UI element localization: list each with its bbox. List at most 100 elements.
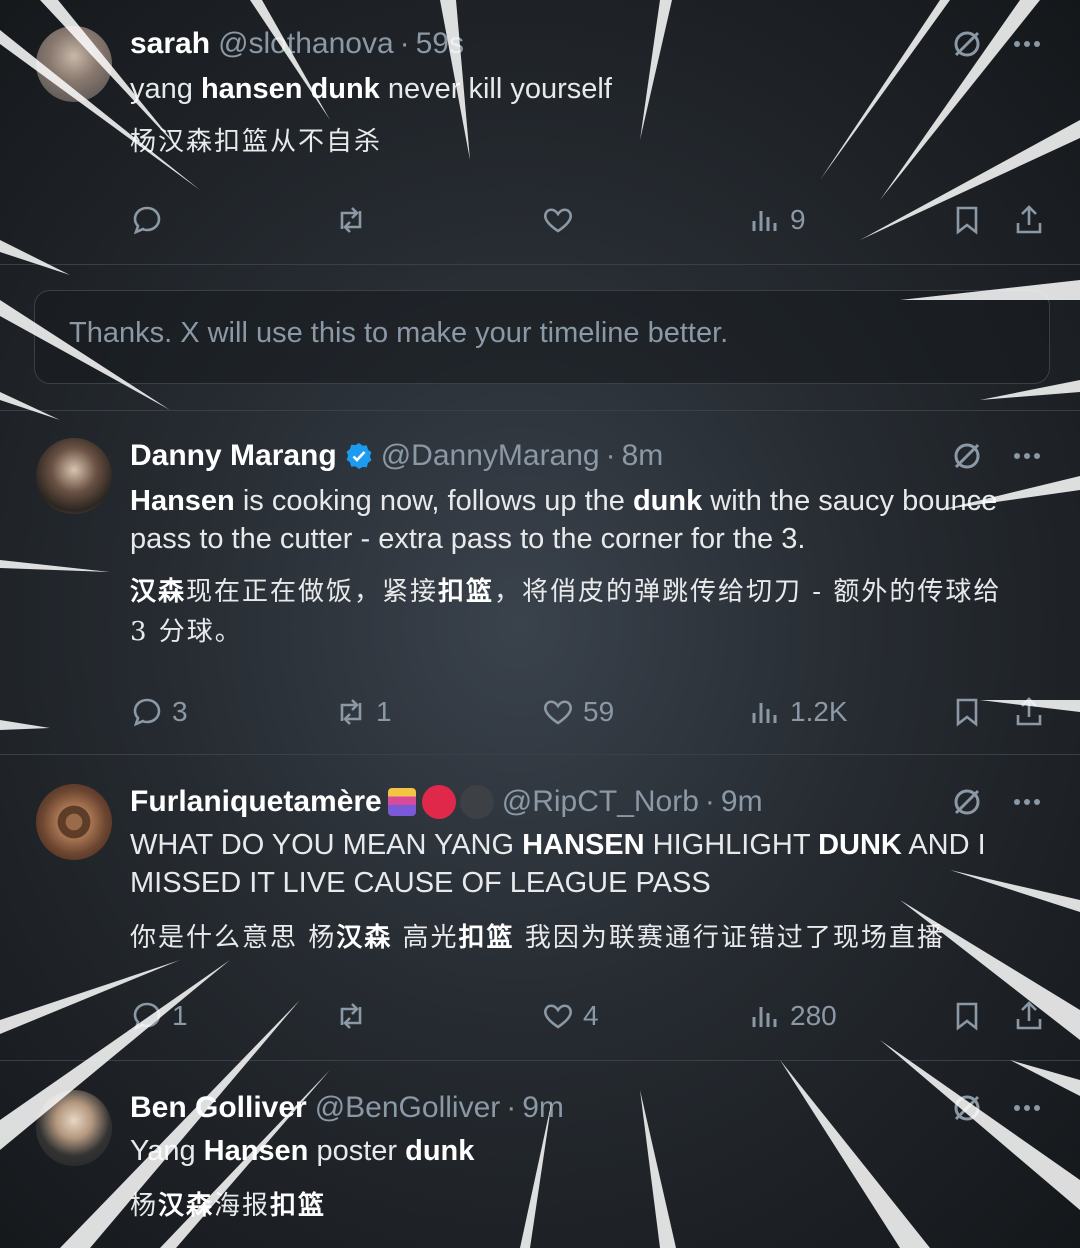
share-icon — [1016, 205, 1042, 234]
like-count: 59 — [583, 696, 615, 727]
bookmark-icon — [956, 698, 978, 727]
tweet-furlaniquetamere[interactable]: Furlaniquetamère @RipCT_Norb · 9m WHAT D… — [0, 756, 1080, 1058]
feedback-banner: Thanks. X will use this to make your tim… — [34, 290, 1050, 384]
view-count: 1.2K — [790, 696, 848, 727]
views-button[interactable]: 280 — [748, 994, 837, 1038]
bookmark-button[interactable] — [950, 198, 984, 242]
display-name[interactable]: Furlaniquetamère — [130, 785, 382, 819]
repost-icon — [340, 699, 362, 725]
repost-icon — [340, 1003, 362, 1029]
tweet-ben-golliver[interactable]: Ben Golliver @BenGolliver · 9m Yang Hans… — [0, 1062, 1080, 1248]
dark-circle-icon — [459, 785, 494, 819]
display-name[interactable]: Danny Marang — [130, 439, 337, 473]
header-icons — [950, 782, 1044, 822]
bookmark-icon — [956, 1002, 978, 1031]
timestamp[interactable]: 9m — [522, 1091, 564, 1125]
heart-icon — [544, 208, 572, 233]
tweet-translation: 杨汉森海报扣篮 — [130, 1191, 327, 1221]
separator-dot: · — [605, 439, 616, 472]
feedback-message: Thanks. X will use this to make your tim… — [69, 317, 729, 349]
divider — [0, 410, 1080, 411]
avatar[interactable] — [36, 438, 112, 514]
views-icon — [752, 1007, 777, 1027]
grok-icon[interactable] — [950, 27, 984, 61]
avatar[interactable] — [36, 26, 112, 102]
heart-icon — [544, 700, 572, 725]
grok-icon[interactable] — [950, 785, 984, 819]
repost-button[interactable] — [334, 198, 376, 242]
reply-count: 1 — [172, 1000, 188, 1031]
tweet-text: yang hansen dunk never kill yourself — [130, 73, 612, 105]
timestamp[interactable]: 9m — [721, 785, 763, 819]
grok-icon[interactable] — [950, 439, 984, 473]
reply-button[interactable]: 1 — [130, 994, 188, 1038]
tweet-sarah[interactable]: sarah @slothanova · 59s yang hansen dunk… — [0, 0, 1080, 262]
tweet-text: Yang Hansen poster dunk — [130, 1135, 475, 1167]
tweet-header: Furlaniquetamère @RipCT_Norb · 9m — [130, 782, 1044, 822]
tweet-actions: 3 1 59 1.2K — [0, 690, 1080, 734]
repost-button[interactable] — [334, 994, 376, 1038]
tweet-danny-marang[interactable]: Danny Marang @DannyMarang · 8m Hansen is… — [0, 412, 1080, 752]
reply-button[interactable]: 3 — [130, 690, 188, 734]
user-handle[interactable]: @DannyMarang — [381, 439, 600, 473]
display-name[interactable]: sarah — [130, 27, 210, 61]
reply-icon — [133, 206, 161, 235]
tweet-actions: 1 4 280 — [0, 994, 1080, 1038]
separator-dot: · — [506, 1091, 517, 1124]
views-button[interactable]: 1.2K — [748, 690, 848, 734]
bookmark-button[interactable] — [950, 690, 984, 734]
more-options-icon[interactable] — [1010, 439, 1044, 473]
user-handle[interactable]: @slothanova — [218, 27, 394, 61]
timeline-feed: sarah @slothanova · 59s yang hansen dunk… — [0, 0, 1080, 1248]
reply-button[interactable] — [130, 198, 172, 242]
header-icons — [950, 436, 1044, 476]
tweet-header: Ben Golliver @BenGolliver · 9m — [130, 1088, 1044, 1128]
tweet-header: Danny Marang @DannyMarang · 8m — [130, 436, 1044, 476]
divider — [0, 754, 1080, 755]
share-icon — [1016, 1001, 1042, 1030]
more-options-icon[interactable] — [1010, 27, 1044, 61]
views-icon — [752, 703, 777, 723]
red-circle-icon — [421, 785, 456, 819]
views-icon — [752, 211, 777, 231]
timestamp[interactable]: 8m — [622, 439, 664, 473]
divider — [0, 1060, 1080, 1061]
like-button[interactable]: 4 — [541, 994, 599, 1038]
repost-count: 1 — [376, 696, 392, 727]
divider — [0, 264, 1080, 265]
views-button[interactable]: 9 — [748, 198, 806, 242]
share-button[interactable] — [1012, 198, 1046, 242]
more-options-icon[interactable] — [1010, 1091, 1044, 1125]
separator-dot: · — [704, 785, 715, 818]
more-options-icon[interactable] — [1010, 785, 1044, 819]
share-button[interactable] — [1012, 994, 1046, 1038]
like-button[interactable] — [541, 198, 583, 242]
emoji-badge-icon — [387, 788, 416, 816]
tweet-header: sarah @slothanova · 59s — [130, 24, 1044, 64]
grok-icon[interactable] — [950, 1091, 984, 1125]
verified-badge-icon[interactable] — [345, 442, 373, 470]
avatar[interactable] — [36, 1090, 112, 1166]
reply-count: 3 — [172, 696, 188, 727]
display-name[interactable]: Ben Golliver — [130, 1091, 307, 1125]
user-handle[interactable]: @RipCT_Norb — [502, 785, 699, 819]
user-handle[interactable]: @BenGolliver — [315, 1091, 501, 1125]
repost-button[interactable]: 1 — [334, 690, 392, 734]
tweet-actions: 9 — [0, 198, 1080, 242]
tweet-translation: 你是什么意思 杨汉森 高光扣篮 我因为联赛通行证错过了现场直播 — [130, 923, 945, 953]
tweet-translation: 杨汉森扣篮从不自杀 — [130, 127, 383, 157]
header-icons — [950, 24, 1044, 64]
like-count: 4 — [583, 1000, 599, 1031]
share-button[interactable] — [1012, 690, 1046, 734]
avatar[interactable] — [36, 784, 112, 860]
view-count: 280 — [790, 1000, 837, 1031]
tweet-text: WHAT DO YOU MEAN YANG HANSEN HIGHLIGHT D… — [130, 829, 986, 899]
tweet-translation: 汉森现在正在做饭，紧接扣篮，将俏皮的弹跳传给切刀 - 额外的传球给 3 分球。 — [130, 577, 1002, 647]
like-button[interactable]: 59 — [541, 690, 614, 734]
view-count: 9 — [790, 204, 806, 235]
bookmark-button[interactable] — [950, 994, 984, 1038]
repost-icon — [340, 207, 362, 233]
timestamp[interactable]: 59s — [416, 27, 464, 61]
reply-icon — [133, 698, 161, 727]
reply-icon — [133, 1002, 161, 1031]
